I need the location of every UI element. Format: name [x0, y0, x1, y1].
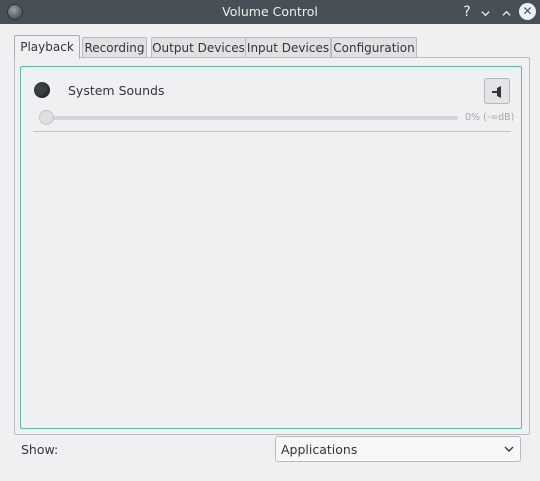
- minimize-icon[interactable]: [477, 3, 495, 21]
- tab-output-devices[interactable]: Output Devices: [151, 37, 246, 57]
- maximize-icon[interactable]: [498, 3, 516, 21]
- title-bar: Volume Control ? ✕: [0, 0, 540, 24]
- show-label: Show:: [21, 442, 59, 457]
- stream-name: System Sounds: [68, 83, 165, 98]
- volume-slider-handle[interactable]: [39, 110, 54, 125]
- stream-separator: [33, 131, 511, 132]
- help-icon[interactable]: ?: [458, 3, 476, 21]
- tab-playback[interactable]: Playback: [14, 35, 80, 59]
- stream-list[interactable]: [20, 66, 522, 429]
- show-filter-value: Applications: [281, 442, 358, 457]
- tab-recording[interactable]: Recording: [82, 37, 147, 57]
- close-icon[interactable]: ✕: [519, 3, 536, 20]
- chevron-down-icon: [504, 446, 514, 452]
- volume-slider-track[interactable]: [50, 116, 458, 120]
- volume-readout: 0% (-∞dB): [465, 112, 515, 123]
- mute-toggle-button[interactable]: [484, 78, 510, 104]
- tab-configuration[interactable]: Configuration: [331, 37, 417, 57]
- show-filter-select[interactable]: Applications: [275, 436, 521, 462]
- mute-toggle-icon: [492, 86, 501, 98]
- stream-app-icon: [34, 82, 50, 98]
- tab-input-devices[interactable]: Input Devices: [245, 37, 331, 57]
